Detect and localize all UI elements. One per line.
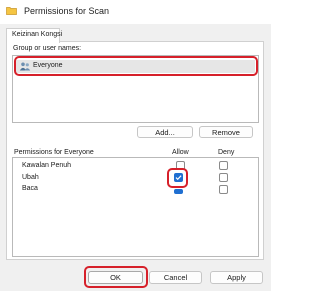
folder-icon bbox=[6, 6, 17, 15]
permission-name-full-control: Kawalan Penuh bbox=[22, 162, 72, 169]
tab-label: Keizinan Kongsi bbox=[12, 31, 63, 38]
permission-name-change: Ubah bbox=[22, 174, 39, 181]
cancel-button[interactable]: Cancel bbox=[149, 271, 202, 284]
window-title: Permissions for Scan bbox=[24, 6, 110, 16]
deny-column-header: Deny bbox=[218, 149, 235, 156]
group-names-label: Group or user names: bbox=[13, 45, 82, 52]
permissions-label: Permissions for Everyone bbox=[14, 149, 94, 156]
add-button[interactable]: Add... bbox=[137, 126, 193, 138]
highlight-allow-change bbox=[167, 168, 188, 188]
allow-read-checkbox[interactable] bbox=[174, 189, 183, 194]
deny-full-control-checkbox[interactable] bbox=[219, 161, 228, 170]
permission-name-read: Baca bbox=[22, 185, 38, 192]
allow-column-header: Allow bbox=[172, 149, 189, 156]
deny-read-checkbox[interactable] bbox=[219, 185, 228, 194]
highlight-ok bbox=[84, 266, 148, 288]
remove-button[interactable]: Remove bbox=[199, 126, 253, 138]
apply-button[interactable]: Apply bbox=[210, 271, 263, 284]
deny-change-checkbox[interactable] bbox=[219, 173, 228, 182]
highlight-everyone bbox=[14, 56, 258, 76]
permissions-list bbox=[12, 157, 259, 257]
